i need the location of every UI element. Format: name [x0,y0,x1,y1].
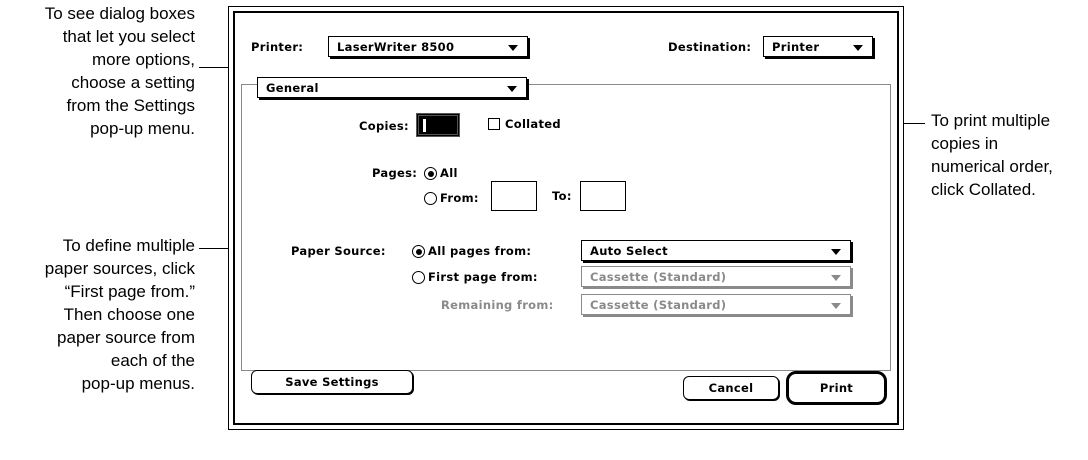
chevron-down-icon [508,45,518,51]
printer-popup[interactable]: LaserWriter 8500 [328,36,528,57]
settings-group-box [241,84,891,371]
print-button[interactable]: Print [786,371,887,405]
pages-all-radio[interactable] [424,167,437,180]
printer-label: Printer: [251,40,304,54]
first-page-popup[interactable]: Cassette (Standard) [581,266,851,287]
pages-to-field[interactable] [580,181,626,211]
print-label: Print [819,381,854,395]
destination-popup[interactable]: Printer [763,36,873,57]
settings-value: General [266,81,319,95]
pages-from-label[interactable]: From: [440,191,479,205]
remaining-from-label: Remaining from: [441,298,554,312]
first-page-from-label[interactable]: First page from: [428,270,538,284]
remaining-value: Cassette (Standard) [590,298,727,312]
paper-source-label: Paper Source: [291,244,386,258]
destination-value: Printer [772,40,820,54]
text-cursor [423,119,426,132]
pages-label: Pages: [372,166,418,180]
first-page-value: Cassette (Standard) [590,270,727,284]
collated-checkbox[interactable] [488,118,500,130]
save-settings-label: Save Settings [285,375,379,389]
copies-label: Copies: [359,119,409,133]
chevron-down-icon [831,303,841,309]
cancel-button[interactable]: Cancel [683,376,779,400]
chevron-down-icon [831,249,841,255]
collated-label[interactable]: Collated [505,117,561,131]
chevron-down-icon [507,86,517,92]
chevron-down-icon [853,45,863,51]
all-pages-popup[interactable]: Auto Select [581,240,851,261]
save-settings-button[interactable]: Save Settings [251,370,413,394]
settings-popup[interactable]: General [257,77,527,98]
first-page-from-radio[interactable] [412,271,425,284]
cancel-label: Cancel [708,381,754,395]
all-pages-from-label[interactable]: All pages from: [428,244,531,258]
printer-value: LaserWriter 8500 [337,40,455,54]
print-dialog: Printer: LaserWriter 8500 Destination: P… [228,6,904,430]
callout-collated: To print multiple copies in numerical or… [931,111,1053,199]
pages-to-label: To: [552,189,572,203]
copies-field[interactable] [416,113,460,137]
pages-from-radio[interactable] [424,192,437,205]
pages-from-field[interactable] [491,181,537,211]
remaining-popup[interactable]: Cassette (Standard) [581,294,851,315]
destination-label: Destination: [668,40,752,54]
all-pages-value: Auto Select [590,244,668,258]
callout-paper-sources: To define multiple paper sources, click … [44,236,195,393]
all-pages-from-radio[interactable] [412,245,425,258]
callout-settings-popup: To see dialog boxes that let you select … [44,4,195,138]
chevron-down-icon [831,275,841,281]
pages-all-label[interactable]: All [440,166,458,180]
